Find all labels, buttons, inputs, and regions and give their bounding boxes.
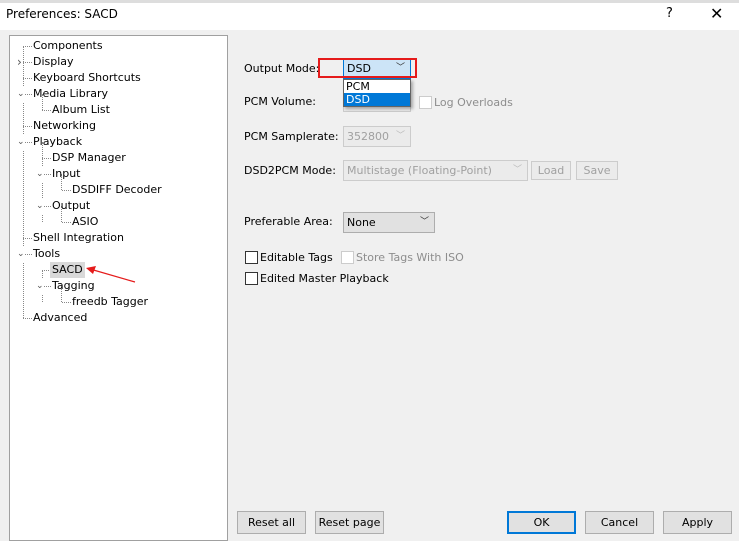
tree-item-networking[interactable]: Networking bbox=[33, 118, 96, 134]
output-mode-label: Output Mode: bbox=[244, 62, 320, 75]
chevron-down-icon[interactable]: ⌄ bbox=[17, 86, 25, 102]
output-mode-dropdown: PCM DSD bbox=[343, 79, 411, 107]
tree-item-shell-integration[interactable]: Shell Integration bbox=[33, 230, 124, 246]
tree-connector bbox=[42, 158, 51, 159]
tree-item-tools[interactable]: Tools bbox=[33, 246, 60, 262]
highlight-box bbox=[318, 58, 417, 78]
chevron-down-icon[interactable]: ⌄ bbox=[36, 278, 44, 294]
tree-item-freedb-tagger[interactable]: freedb Tagger bbox=[72, 294, 148, 310]
tree-item-dsp-manager[interactable]: DSP Manager bbox=[52, 150, 126, 166]
chevron-down-icon[interactable]: ⌄ bbox=[36, 166, 44, 182]
chevron-down-icon[interactable]: ⌄ bbox=[17, 134, 25, 150]
dsd2pcm-value: Multistage (Floating-Point) bbox=[347, 164, 492, 177]
tree-item-display[interactable]: Display bbox=[33, 54, 74, 70]
tree-connector bbox=[23, 62, 32, 63]
edited-master-label: Edited Master Playback bbox=[260, 272, 389, 285]
reset-all-button[interactable]: Reset all bbox=[237, 511, 306, 534]
tree-item-keyboard-shortcuts[interactable]: Keyboard Shortcuts bbox=[33, 70, 141, 86]
tree-item-asio[interactable]: ASIO bbox=[72, 214, 98, 230]
tree-item-media-library[interactable]: Media Library bbox=[33, 86, 108, 102]
preferable-area-value: None bbox=[347, 216, 376, 229]
tree-item-playback[interactable]: Playback bbox=[33, 134, 82, 150]
log-overloads-checkbox[interactable] bbox=[419, 96, 432, 109]
pcm-volume-label: PCM Volume: bbox=[244, 95, 316, 108]
chevron-down-icon: ﹀ bbox=[395, 131, 405, 141]
chevron-down-icon: ﹀ bbox=[512, 165, 522, 175]
help-button[interactable]: ? bbox=[666, 6, 673, 21]
tree-connector bbox=[23, 46, 32, 47]
pcm-samplerate-select: 352800 ﹀ bbox=[343, 126, 411, 147]
chevron-down-icon[interactable]: ⌄ bbox=[17, 246, 25, 262]
reset-page-button[interactable]: Reset page bbox=[315, 511, 384, 534]
tree-item-advanced[interactable]: Advanced bbox=[33, 310, 87, 326]
save-button[interactable]: Save bbox=[576, 161, 618, 180]
tree-item-album-list[interactable]: Album List bbox=[52, 102, 110, 118]
editable-tags-label: Editable Tags bbox=[260, 251, 333, 264]
pcm-samplerate-label: PCM Samplerate: bbox=[244, 130, 339, 143]
tree-connector bbox=[62, 222, 71, 223]
cancel-button[interactable]: Cancel bbox=[585, 511, 654, 534]
preferable-area-label: Preferable Area: bbox=[244, 215, 333, 228]
store-tags-iso-checkbox[interactable] bbox=[341, 251, 354, 264]
preferences-tree[interactable]: Components › Display Keyboard Shortcuts ⌄ Med… bbox=[9, 35, 228, 541]
dsd2pcm-select: Multistage (Floating-Point) ﹀ bbox=[343, 160, 528, 181]
log-overloads-label: Log Overloads bbox=[434, 96, 513, 109]
tree-item-output[interactable]: Output bbox=[52, 198, 90, 214]
tree-connector bbox=[23, 238, 32, 239]
tree-connector bbox=[23, 126, 32, 127]
store-tags-iso-label: Store Tags With ISO bbox=[356, 251, 464, 264]
edited-master-checkbox[interactable] bbox=[245, 272, 258, 285]
apply-button[interactable]: Apply bbox=[663, 511, 732, 534]
red-arrow-annotation bbox=[86, 266, 136, 283]
tree-connector bbox=[42, 110, 51, 111]
close-button[interactable]: ✕ bbox=[710, 4, 723, 23]
tree-connector bbox=[62, 190, 71, 191]
dsd2pcm-label: DSD2PCM Mode: bbox=[244, 164, 336, 177]
preferable-area-select[interactable]: None ﹀ bbox=[343, 212, 435, 233]
chevron-down-icon: ﹀ bbox=[419, 217, 429, 227]
editable-tags-checkbox[interactable] bbox=[245, 251, 258, 264]
window-title: Preferences: SACD bbox=[6, 7, 118, 21]
chevron-right-icon[interactable]: › bbox=[17, 54, 22, 70]
pcm-samplerate-value: 352800 bbox=[347, 130, 389, 143]
ok-button[interactable]: OK bbox=[507, 511, 576, 534]
option-pcm[interactable]: PCM bbox=[344, 80, 410, 93]
tree-connector bbox=[62, 302, 71, 303]
tree-connector bbox=[23, 318, 32, 319]
tree-item-dsdiff-decoder[interactable]: DSDIFF Decoder bbox=[72, 182, 162, 198]
tree-connector bbox=[23, 78, 32, 79]
chevron-down-icon[interactable]: ⌄ bbox=[36, 198, 44, 214]
load-button[interactable]: Load bbox=[531, 161, 571, 180]
option-dsd[interactable]: DSD bbox=[344, 93, 410, 106]
tree-item-components[interactable]: Components bbox=[33, 38, 103, 54]
tree-item-input[interactable]: Input bbox=[52, 166, 80, 182]
background-strip bbox=[0, 0, 739, 3]
